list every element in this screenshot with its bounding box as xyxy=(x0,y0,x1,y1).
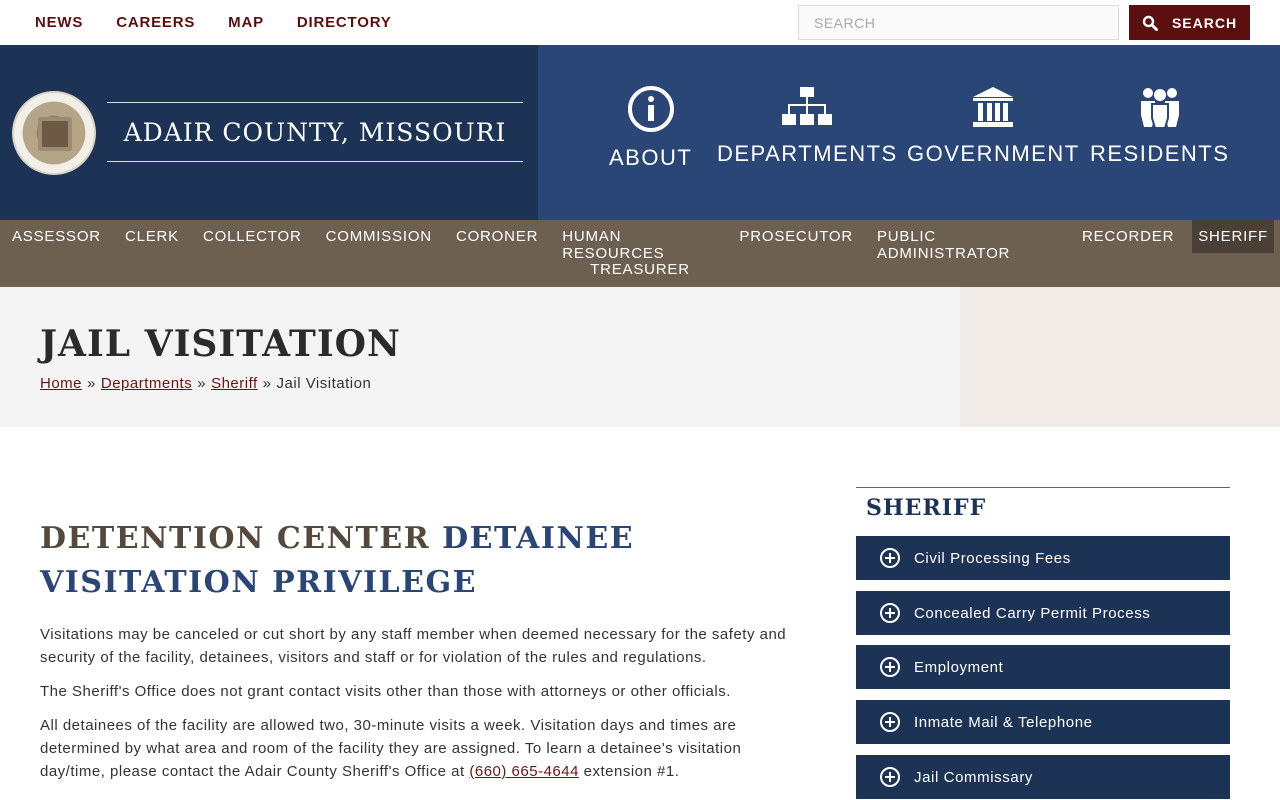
dept-link-assessor[interactable]: ASSESSOR xyxy=(6,220,107,253)
search-icon xyxy=(1142,15,1158,31)
breadcrumb-home[interactable]: Home xyxy=(40,375,82,392)
expand-plus-icon xyxy=(880,603,900,623)
main-nav-about-label: ABOUT xyxy=(609,145,693,170)
breadcrumb-departments[interactable]: Departments xyxy=(101,375,192,392)
main-nav-residents-label: RESIDENTS xyxy=(1090,141,1230,166)
main-nav-departments-label: DEPARTMENTS xyxy=(717,141,898,166)
department-nav-row-2: TREASURER xyxy=(0,253,1280,286)
main-nav-about[interactable]: ABOUT xyxy=(609,85,692,171)
dept-link-public-administrator[interactable]: PUBLIC ADMINISTRATOR xyxy=(871,220,1064,262)
sidebar-item-label: Inmate Mail & Telephone xyxy=(914,713,1093,731)
sidebar-divider xyxy=(856,487,1230,488)
sidebar-item-inmate-mail[interactable]: Inmate Mail & Telephone xyxy=(856,700,1230,744)
dept-link-coroner[interactable]: CORONER xyxy=(450,220,544,253)
sidebar-item-jail-commissary[interactable]: Jail Commissary xyxy=(856,755,1230,799)
nav-link-map[interactable]: MAP xyxy=(228,14,264,31)
search-button-label: SEARCH xyxy=(1171,14,1238,31)
sidebar-item-label: Civil Processing Fees xyxy=(914,549,1071,567)
search-button[interactable]: SEARCH xyxy=(1129,5,1250,40)
content-body: Visitations may be canceled or cut short… xyxy=(40,623,810,794)
dept-link-commission[interactable]: COMMISSION xyxy=(320,220,438,253)
extension-text: extension #1. xyxy=(583,763,680,780)
sidebar-item-civil-processing-fees[interactable]: Civil Processing Fees xyxy=(856,536,1230,580)
page-header-accent xyxy=(960,287,1280,427)
info-icon xyxy=(627,86,674,132)
breadcrumb: Home» Departments» Sheriff» Jail Visitation xyxy=(40,375,371,392)
utility-bar: NEWS CAREERS MAP DIRECTORY SEARCH xyxy=(0,0,1280,45)
main-nav-government[interactable]: GOVERNMENT xyxy=(907,85,1080,167)
breadcrumb-separator: » xyxy=(262,375,272,392)
sidebar-item-label: Employment xyxy=(914,658,1004,676)
department-nav: ASSESSOR CLERK COLLECTOR COMMISSION CORO… xyxy=(0,220,1280,287)
site-header: ADAIR COUNTY, MISSOURI ABOUT DEPARTMENTS… xyxy=(0,45,1280,220)
paragraph-contact-visits: The Sheriff's Office does not grant cont… xyxy=(40,683,731,700)
dept-link-collector[interactable]: COLLECTOR xyxy=(197,220,308,253)
courthouse-icon xyxy=(973,87,1014,127)
content-heading: DETENTION CENTER DETAINEE VISITATION PRI… xyxy=(40,517,760,605)
dept-link-prosecutor[interactable]: PROSECUTOR xyxy=(733,220,859,253)
nav-link-careers[interactable]: CAREERS xyxy=(116,14,195,31)
expand-plus-icon xyxy=(880,657,900,677)
main-nav-residents[interactable]: RESIDENTS xyxy=(1090,85,1229,167)
paragraph-visit-schedule: All detainees of the facility are allowe… xyxy=(40,714,810,783)
sidebar-title: SHERIFF xyxy=(866,495,987,521)
breadcrumb-separator: » xyxy=(197,375,207,392)
breadcrumb-sheriff[interactable]: Sheriff xyxy=(211,375,258,392)
main-nav-government-label: GOVERNMENT xyxy=(907,141,1080,166)
sidebar-item-concealed-carry[interactable]: Concealed Carry Permit Process xyxy=(856,591,1230,635)
org-chart-icon xyxy=(782,87,833,125)
sidebar-item-employment[interactable]: Employment xyxy=(856,645,1230,689)
breadcrumb-separator: » xyxy=(87,375,96,392)
dept-link-treasurer[interactable]: TREASURER xyxy=(584,253,696,286)
search-input[interactable] xyxy=(798,5,1119,40)
paragraph-cancellation: Visitations may be canceled or cut short… xyxy=(40,626,787,666)
main-nav-departments[interactable]: DEPARTMENTS xyxy=(717,85,898,167)
main-nav: ABOUT DEPARTMENTS GOVERNMENT RESIDENTS xyxy=(538,45,1280,220)
sidebar-item-label: Concealed Carry Permit Process xyxy=(914,604,1151,622)
people-icon xyxy=(1140,88,1179,129)
phone-link[interactable]: (660) 665-4644 xyxy=(469,763,579,780)
dept-link-recorder[interactable]: RECORDER xyxy=(1076,220,1180,253)
nav-link-news[interactable]: NEWS xyxy=(35,14,83,31)
dept-link-human-resources[interactable]: HUMAN RESOURCES xyxy=(556,220,721,262)
breadcrumb-current: Jail Visitation xyxy=(276,375,372,392)
utility-nav: NEWS CAREERS MAP DIRECTORY xyxy=(35,0,425,45)
expand-plus-icon xyxy=(880,767,900,787)
dept-link-sheriff[interactable]: SHERIFF xyxy=(1192,220,1274,253)
sidebar-item-label: Jail Commissary xyxy=(914,768,1034,786)
page-title: JAIL VISITATION xyxy=(40,323,401,365)
site-title: ADAIR COUNTY, MISSOURI xyxy=(107,102,523,162)
brand-area[interactable]: ADAIR COUNTY, MISSOURI xyxy=(0,45,538,220)
dept-link-clerk[interactable]: CLERK xyxy=(119,220,185,253)
expand-plus-icon xyxy=(880,548,900,568)
expand-plus-icon xyxy=(880,712,900,732)
county-seal-logo xyxy=(12,91,96,175)
content-heading-part1: DETENTION CENTER xyxy=(40,521,431,556)
nav-link-directory[interactable]: DIRECTORY xyxy=(297,14,392,31)
department-nav-row: ASSESSOR CLERK COLLECTOR COMMISSION CORO… xyxy=(0,220,1280,262)
